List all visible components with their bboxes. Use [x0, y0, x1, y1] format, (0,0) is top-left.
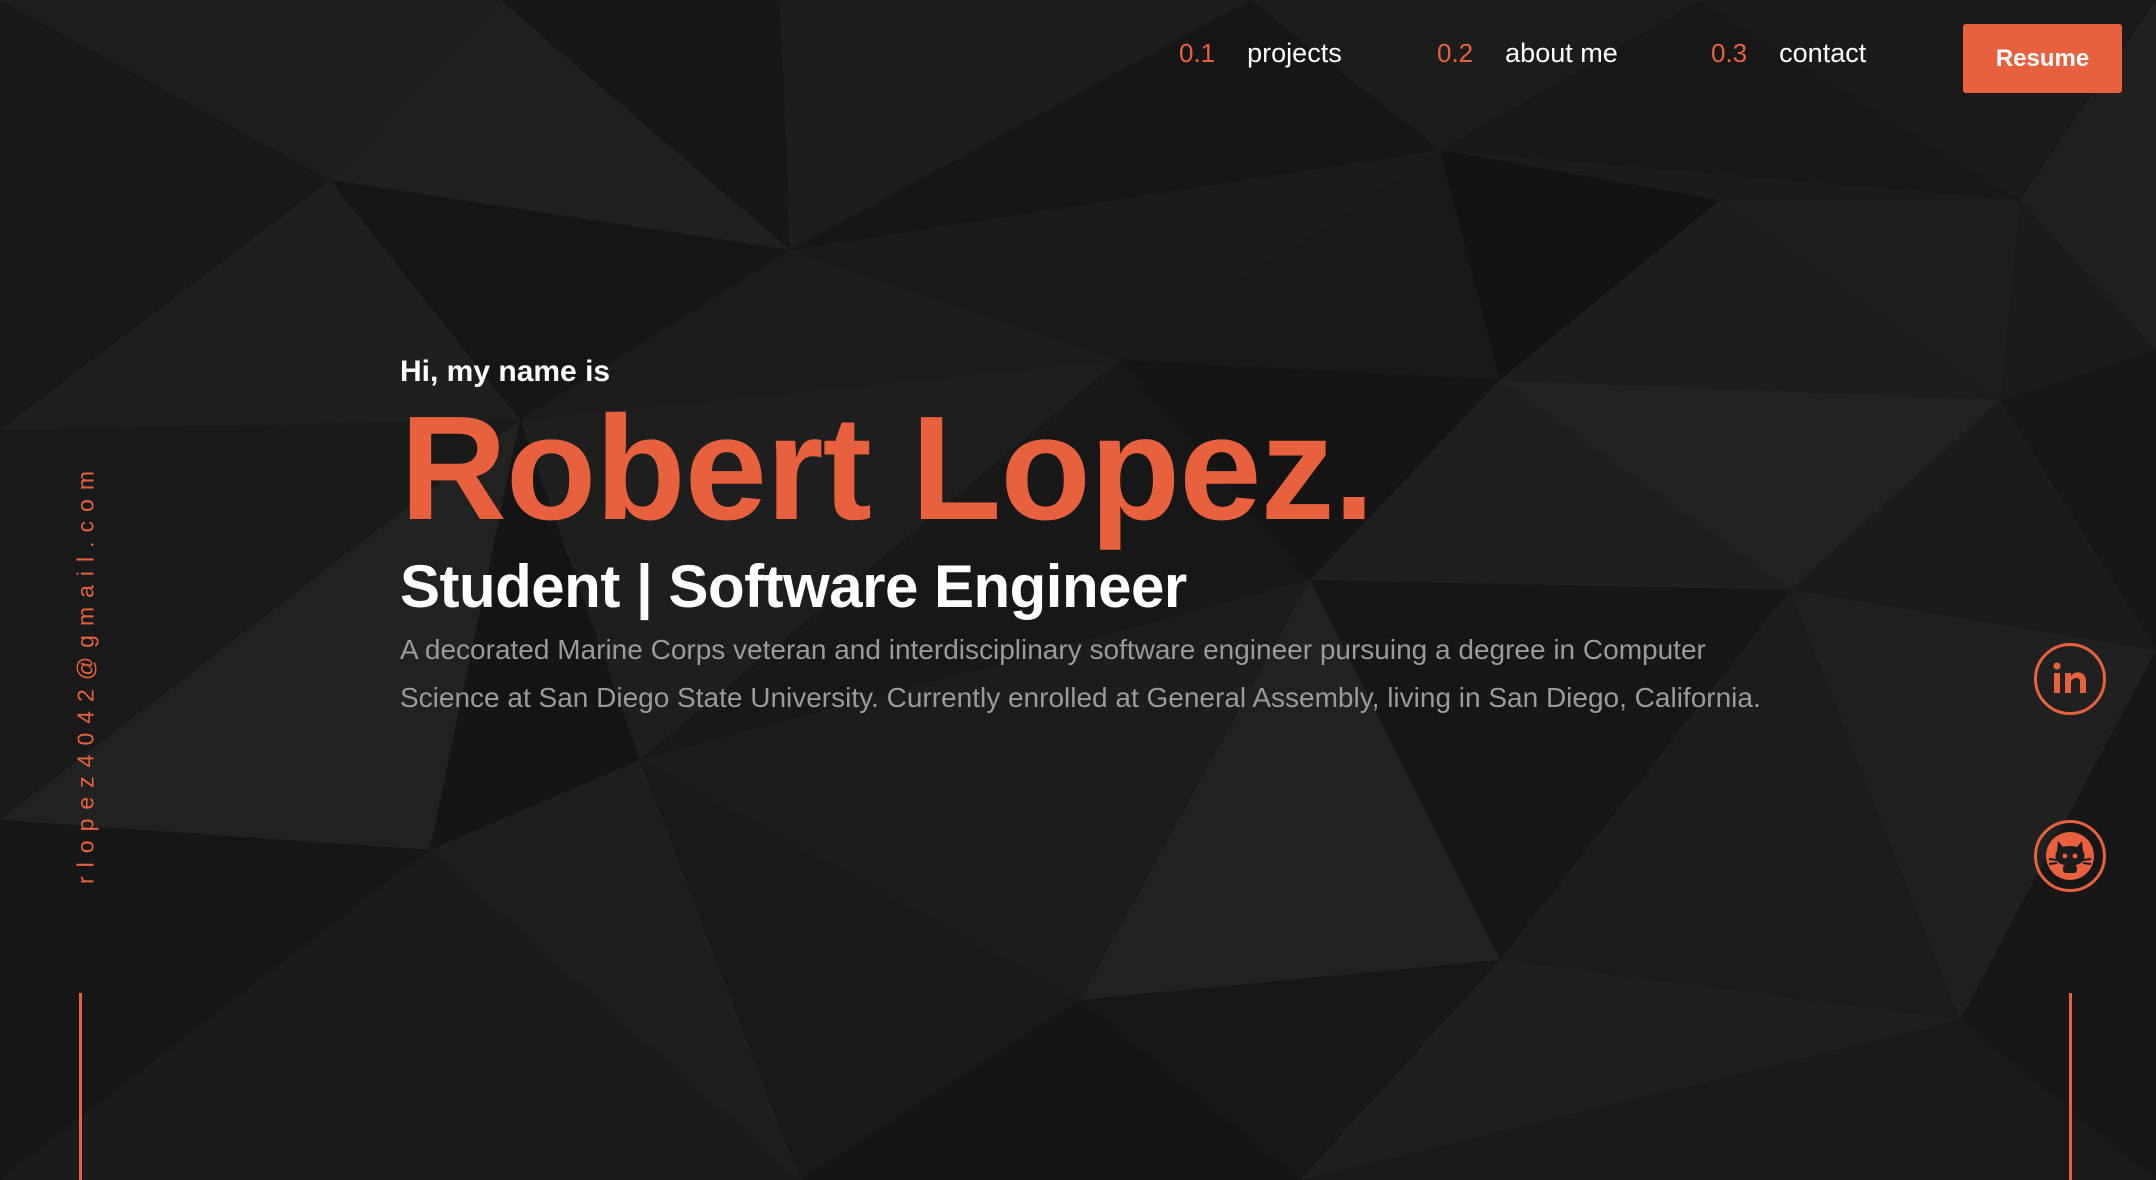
github-icon: [2046, 832, 2094, 880]
nav-label: contact: [1779, 38, 1867, 68]
top-nav: 0.1 projects 0.2 about me 0.3 contact Re…: [0, 0, 2156, 120]
nav-number: 0.1: [1179, 38, 1216, 68]
nav-number: 0.3: [1711, 38, 1748, 68]
github-button[interactable]: [2034, 820, 2106, 892]
nav-label: about me: [1505, 38, 1618, 68]
portfolio-page: 0.1 projects 0.2 about me 0.3 contact Re…: [0, 0, 2156, 1180]
nav-label: projects: [1247, 38, 1342, 68]
left-vertical-line: [79, 993, 82, 1180]
nav-number: 0.2: [1437, 38, 1474, 68]
linkedin-icon: [2053, 662, 2086, 693]
hero-name: Robert Lopez.: [400, 386, 1375, 551]
resume-button[interactable]: Resume: [1963, 24, 2122, 93]
nav-item-contact[interactable]: 0.3 contact: [1711, 38, 1866, 69]
nav-item-projects[interactable]: 0.1 projects: [1179, 38, 1342, 69]
nav-item-about-me[interactable]: 0.2 about me: [1437, 38, 1618, 69]
right-vertical-line: [2069, 993, 2072, 1180]
linkedin-button[interactable]: [2034, 643, 2106, 715]
hero-section: Hi, my name is Robert Lopez. Student | S…: [400, 350, 1780, 722]
hero-role: Student | Software Engineer: [400, 553, 1187, 620]
hero-bio: A decorated Marine Corps veteran and int…: [400, 634, 1761, 713]
email-link[interactable]: rlopez4042@gmail.com: [73, 462, 100, 884]
